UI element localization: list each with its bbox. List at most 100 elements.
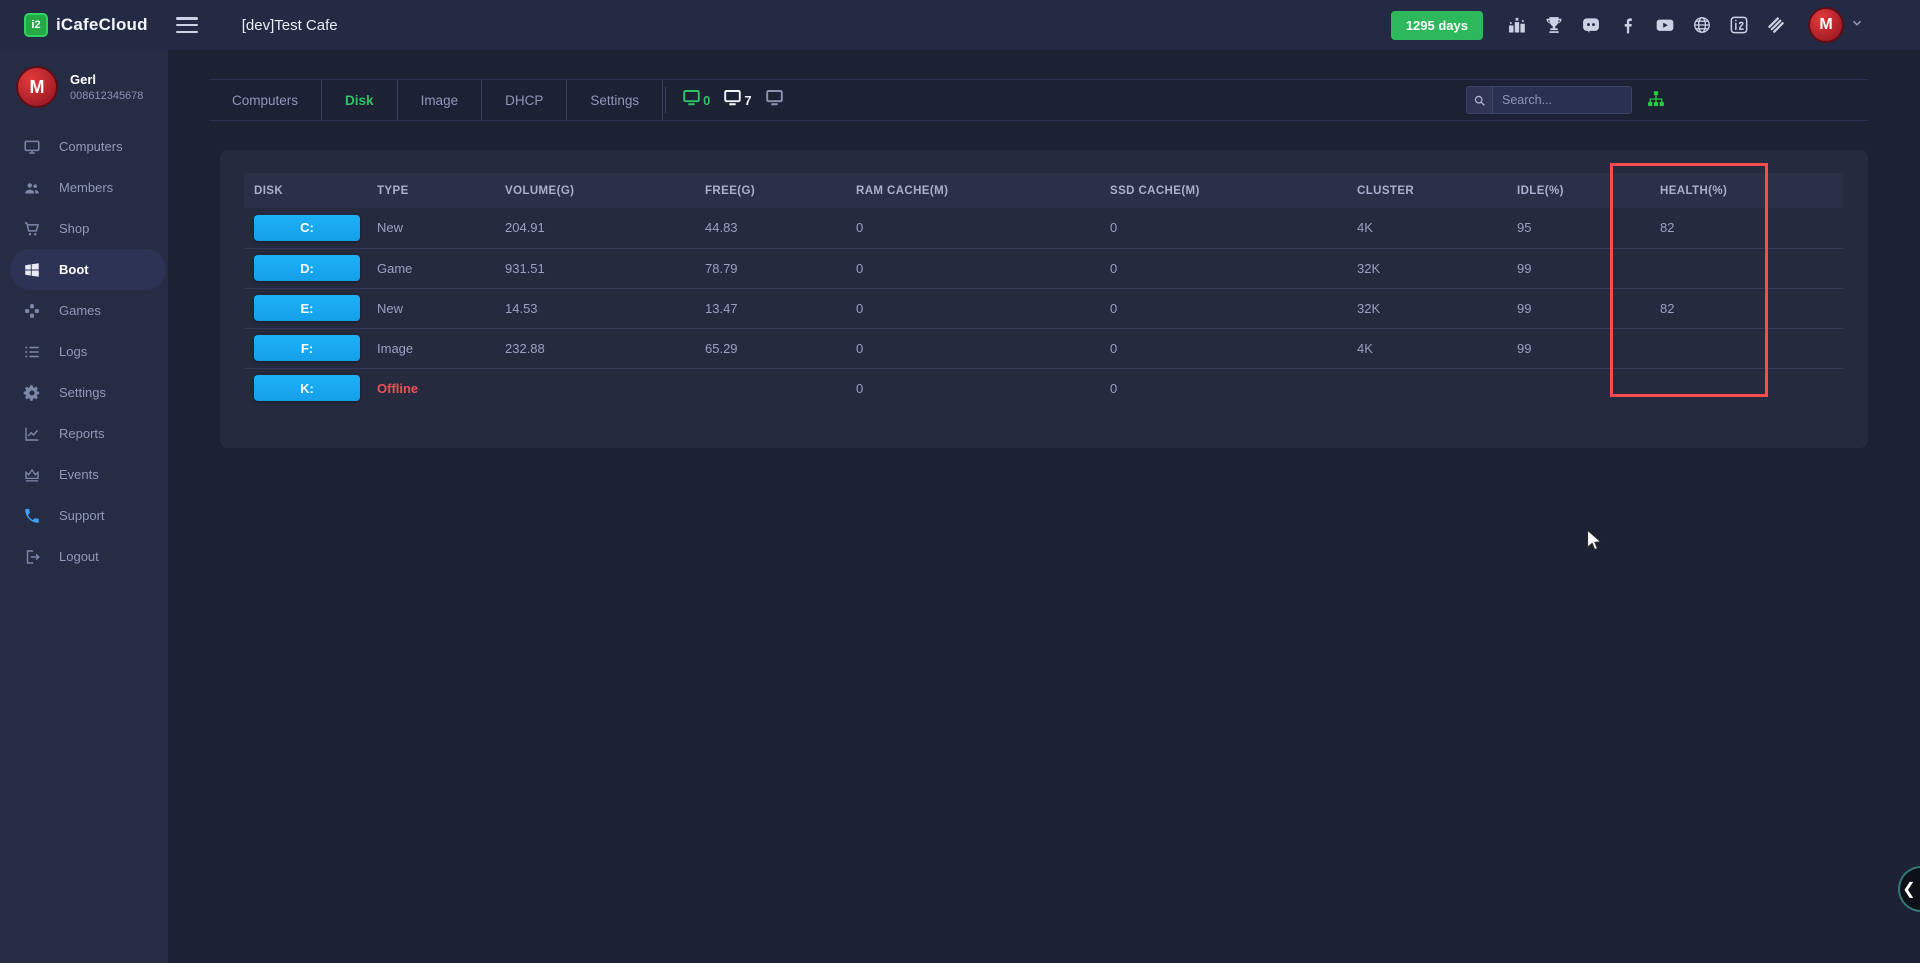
facebook-icon[interactable]	[1617, 14, 1639, 36]
column-header: RAM CACHE(M)	[856, 173, 1110, 208]
sidebar-item-settings[interactable]: Settings	[0, 372, 168, 413]
sidebar-item-members[interactable]: Members	[0, 167, 168, 208]
free-cell: 65.29	[705, 328, 856, 368]
disk-cell: E:	[244, 288, 377, 328]
search-input[interactable]	[1492, 86, 1632, 114]
topbar-right: 1295 days M	[1391, 7, 1920, 43]
column-header: HEALTH(%)	[1660, 173, 1843, 208]
sidebar-item-computers[interactable]: Computers	[0, 126, 168, 167]
table-row: D:Game931.5178.790032K99	[244, 248, 1843, 288]
monitors-online[interactable]: 0	[682, 88, 710, 112]
ssd-cell: 0	[1110, 208, 1357, 248]
tab-dhcp[interactable]: DHCP	[482, 80, 567, 120]
disk-table-card: DISKTYPEVOLUME(G)FREE(G)RAM CACHE(M)SSD …	[220, 150, 1868, 448]
cluster-cell: 4K	[1357, 328, 1517, 368]
account-menu[interactable]: M	[1808, 7, 1864, 43]
subscription-days-badge[interactable]: 1295 days	[1391, 11, 1483, 40]
icafecloud-icon[interactable]	[1728, 14, 1750, 36]
screen-count-icon	[682, 88, 701, 112]
sidebar-item-label: Members	[59, 180, 113, 195]
monitor-count: 0	[703, 93, 710, 108]
search-icon[interactable]	[1466, 86, 1492, 114]
column-header: IDLE(%)	[1517, 173, 1660, 208]
column-header: VOLUME(G)	[505, 173, 705, 208]
user-avatar: M	[16, 66, 58, 108]
table-row: C:New204.9144.83004K9582	[244, 208, 1843, 248]
user-block[interactable]: M Gerl 008612345678	[0, 50, 168, 122]
ranking-icon[interactable]	[1506, 14, 1528, 36]
tab-disk[interactable]: Disk	[322, 80, 398, 120]
hamburger-menu-icon[interactable]	[176, 17, 198, 33]
free-cell: 44.83	[705, 208, 856, 248]
tab-computers[interactable]: Computers	[209, 80, 322, 120]
disk-button[interactable]: E:	[254, 295, 360, 321]
monitors-offline[interactable]: 7	[723, 88, 751, 112]
chart-icon	[22, 424, 42, 444]
youtube-icon[interactable]	[1654, 14, 1676, 36]
table-row: F:Image232.8865.29004K99	[244, 328, 1843, 368]
volume-cell: 14.53	[505, 288, 705, 328]
search-cluster	[1466, 86, 1668, 114]
cluster-cell: 32K	[1357, 248, 1517, 288]
volume-cell: 232.88	[505, 328, 705, 368]
idle-cell: 99	[1517, 328, 1660, 368]
sidebar-item-label: Games	[59, 303, 101, 318]
health-cell	[1660, 368, 1843, 408]
table-row: E:New14.5313.470032K9982	[244, 288, 1843, 328]
sidebar-item-shop[interactable]: Shop	[0, 208, 168, 249]
sidebar-item-boot[interactable]: Boot	[10, 249, 166, 290]
type-cell: Offline	[377, 368, 505, 408]
sidebar-item-logout[interactable]: Logout	[0, 536, 168, 577]
sidebar-item-games[interactable]: Games	[0, 290, 168, 331]
disk-table: DISKTYPEVOLUME(G)FREE(G)RAM CACHE(M)SSD …	[244, 173, 1843, 408]
brands-icon[interactable]	[1765, 14, 1787, 36]
tab-settings[interactable]: Settings	[567, 80, 663, 120]
avatar[interactable]: M	[1808, 7, 1844, 43]
crown-icon	[22, 465, 42, 485]
monitors-all[interactable]	[765, 88, 786, 112]
free-cell: 78.79	[705, 248, 856, 288]
sidebar-item-label: Computers	[59, 139, 123, 154]
disk-button[interactable]: D:	[254, 255, 360, 281]
column-header: DISK	[244, 173, 377, 208]
main-content: ComputersDiskImageDHCPSettings 07 DISKTY…	[168, 50, 1920, 963]
health-cell	[1660, 328, 1843, 368]
type-cell: Image	[377, 328, 505, 368]
table-row: K:Offline00	[244, 368, 1843, 408]
ssd-cell: 0	[1110, 248, 1357, 288]
page-title: [dev]Test Cafe	[242, 17, 338, 34]
column-header: SSD CACHE(M)	[1110, 173, 1357, 208]
sidebar-item-label: Events	[59, 467, 99, 482]
disk-cell: D:	[244, 248, 377, 288]
monitor-count: 7	[744, 93, 751, 108]
disk-cell: C:	[244, 208, 377, 248]
ssd-cell: 0	[1110, 288, 1357, 328]
sidebar-item-label: Shop	[59, 221, 89, 236]
discord-icon[interactable]	[1580, 14, 1602, 36]
sidebar-item-reports[interactable]: Reports	[0, 413, 168, 454]
sidebar-item-logs[interactable]: Logs	[0, 331, 168, 372]
cluster-cell	[1357, 368, 1517, 408]
table-body: C:New204.9144.83004K9582D:Game931.5178.7…	[244, 208, 1843, 408]
network-topology-icon[interactable]	[1646, 89, 1668, 111]
column-header: CLUSTER	[1357, 173, 1517, 208]
disk-button[interactable]: C:	[254, 215, 360, 241]
disk-button[interactable]: F:	[254, 335, 360, 361]
cluster-cell: 4K	[1357, 208, 1517, 248]
sidebar-item-events[interactable]: Events	[0, 454, 168, 495]
tab-image[interactable]: Image	[398, 80, 483, 120]
trophy-icon[interactable]	[1543, 14, 1565, 36]
cart-icon	[22, 219, 42, 239]
monitor-counters: 07	[665, 87, 785, 113]
disk-button[interactable]: K:	[254, 375, 360, 401]
table-header-row: DISKTYPEVOLUME(G)FREE(G)RAM CACHE(M)SSD …	[244, 173, 1843, 208]
sidebar-item-support[interactable]: Support	[0, 495, 168, 536]
ram-cell: 0	[856, 208, 1110, 248]
free-cell: 13.47	[705, 288, 856, 328]
ram-cell: 0	[856, 248, 1110, 288]
column-header: TYPE	[377, 173, 505, 208]
chevron-down-icon[interactable]	[1850, 16, 1864, 35]
idle-cell: 99	[1517, 248, 1660, 288]
brand[interactable]: i2 iCafeCloud	[24, 13, 148, 37]
globe-icon[interactable]	[1691, 14, 1713, 36]
